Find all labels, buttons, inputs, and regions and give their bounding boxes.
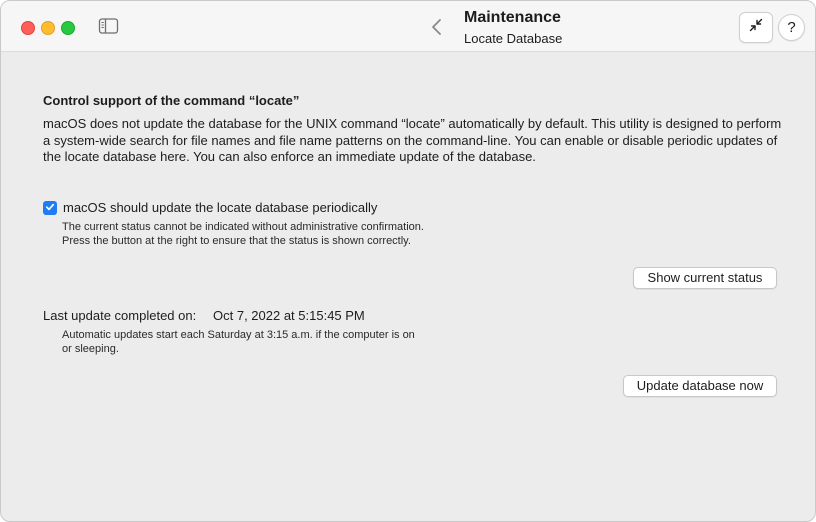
arrows-inward-icon: [748, 17, 764, 38]
app-window: Maintenance Locate Database ? Control su…: [0, 0, 816, 522]
update-database-now-button[interactable]: Update database now: [623, 375, 777, 397]
schedule-note-line: Automatic updates start each Saturday at…: [62, 329, 415, 341]
last-update-label: Last update completed on:: [43, 308, 197, 323]
minimize-button[interactable]: [41, 21, 55, 35]
titlebar: Maintenance Locate Database ?: [1, 1, 815, 52]
collapse-button[interactable]: [739, 12, 773, 43]
sidebar-icon[interactable]: [98, 17, 120, 35]
schedule-note-line: or sleeping.: [62, 343, 119, 355]
status-note-line: The current status cannot be indicated w…: [62, 221, 424, 233]
help-button[interactable]: ?: [778, 14, 805, 41]
close-button[interactable]: [21, 21, 35, 35]
checkmark-icon: [45, 199, 55, 217]
last-update-value: Oct 7, 2022 at 5:15:45 PM: [213, 308, 365, 323]
window-title: Maintenance: [464, 9, 561, 26]
zoom-button[interactable]: [61, 21, 75, 35]
chevron-left-icon[interactable]: [426, 15, 446, 39]
periodic-update-checkbox[interactable]: [43, 201, 57, 215]
periodic-update-label[interactable]: macOS should update the locate database …: [63, 200, 377, 216]
title-block: Maintenance Locate Database: [464, 8, 562, 48]
show-current-status-button[interactable]: Show current status: [633, 267, 777, 289]
section-description: macOS does not update the database for t…: [43, 116, 782, 164]
section-heading: Control support of the command “locate”: [43, 93, 300, 108]
schedule-note: Automatic updates start each Saturday at…: [62, 328, 462, 356]
window-subtitle: Locate Database: [464, 31, 563, 46]
status-note-line: Press the button at the right to ensure …: [62, 235, 411, 247]
status-note: The current status cannot be indicated w…: [62, 220, 492, 248]
